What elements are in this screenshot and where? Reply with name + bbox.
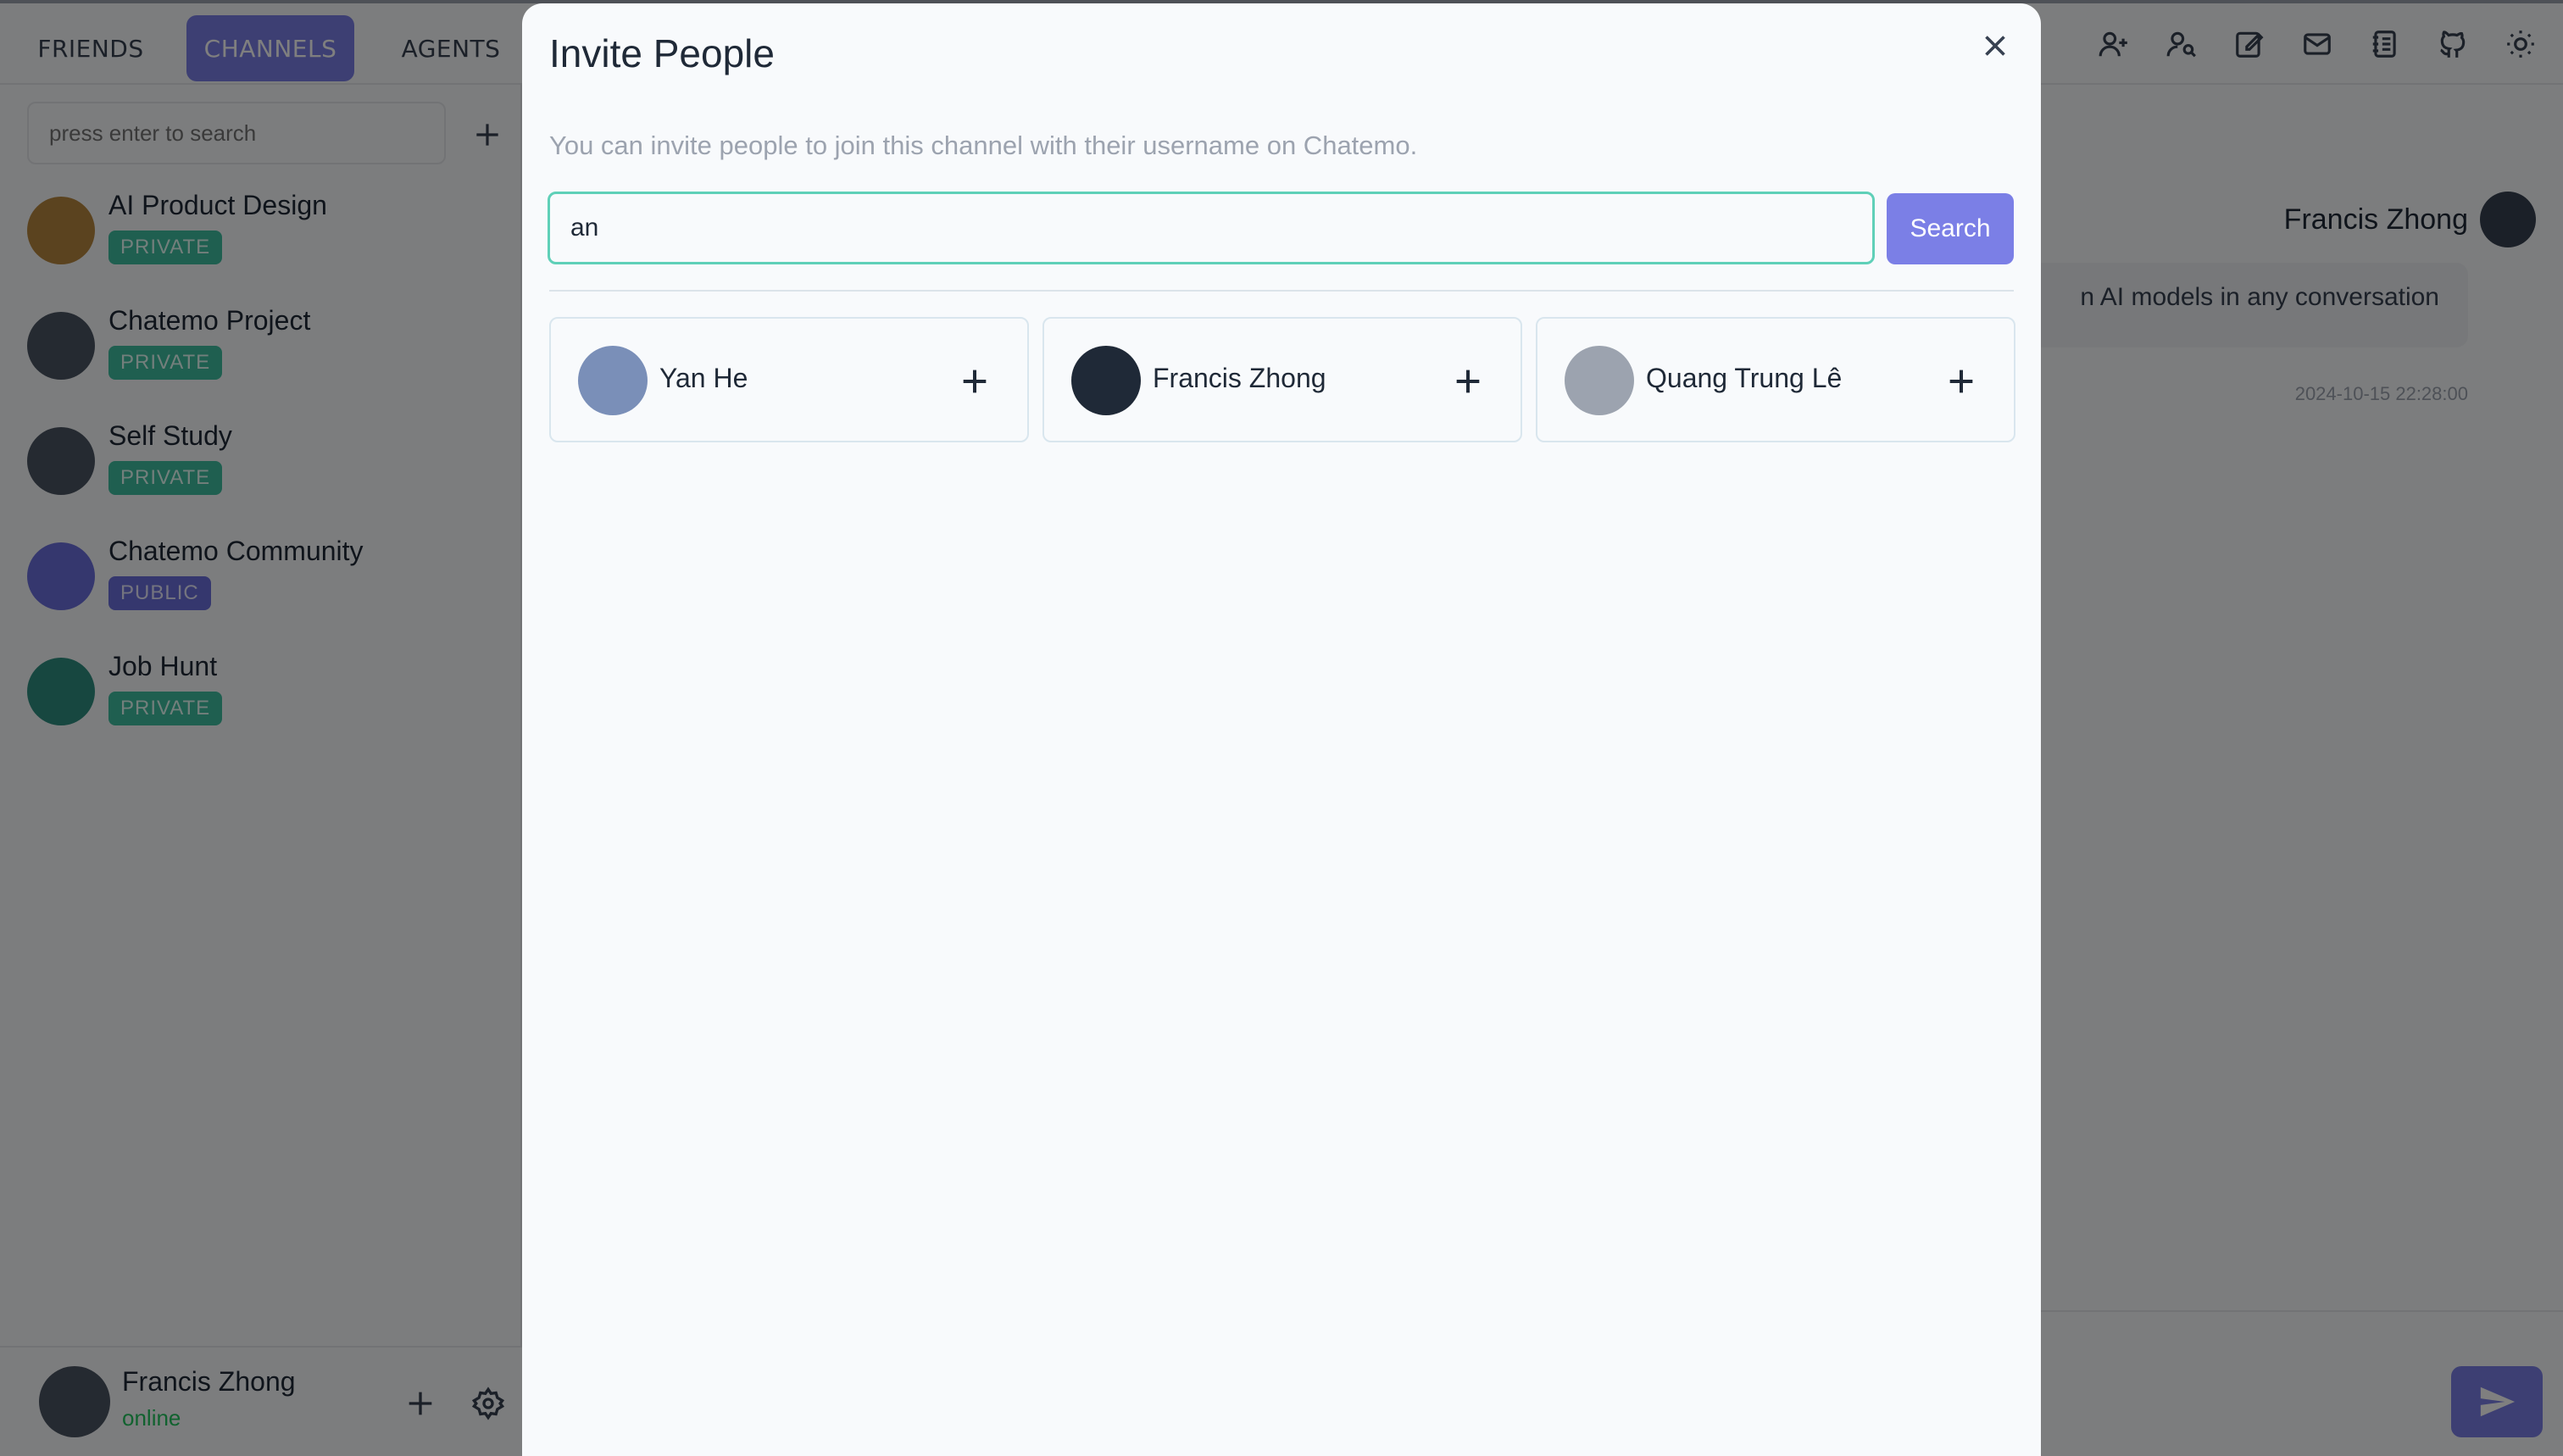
user-name: Yan He	[659, 363, 748, 393]
user-name: Quang Trung Lê	[1646, 363, 1843, 393]
avatar	[1565, 346, 1634, 415]
modal-title: Invite People	[549, 31, 775, 75]
close-icon[interactable]	[1980, 31, 2010, 61]
avatar	[1071, 346, 1141, 415]
search-button[interactable]: Search	[1887, 193, 2014, 264]
user-name: Francis Zhong	[1153, 363, 1326, 393]
user-result-card: Francis Zhong	[1042, 317, 1522, 442]
user-result-card: Quang Trung Lê	[1536, 317, 2015, 442]
plus-icon	[963, 370, 987, 393]
plus-icon	[1456, 370, 1480, 393]
plus-icon	[1949, 370, 1973, 393]
username-search-input[interactable]	[548, 192, 1875, 264]
add-user-button[interactable]	[1944, 364, 1978, 398]
user-result-card: Yan He	[549, 317, 1029, 442]
invite-people-modal: Invite People You can invite people to j…	[522, 3, 2041, 1456]
modal-description: You can invite people to join this chann…	[549, 131, 1418, 160]
add-user-button[interactable]	[958, 364, 992, 398]
avatar	[578, 346, 648, 415]
divider	[549, 290, 2014, 292]
add-user-button[interactable]	[1451, 364, 1485, 398]
